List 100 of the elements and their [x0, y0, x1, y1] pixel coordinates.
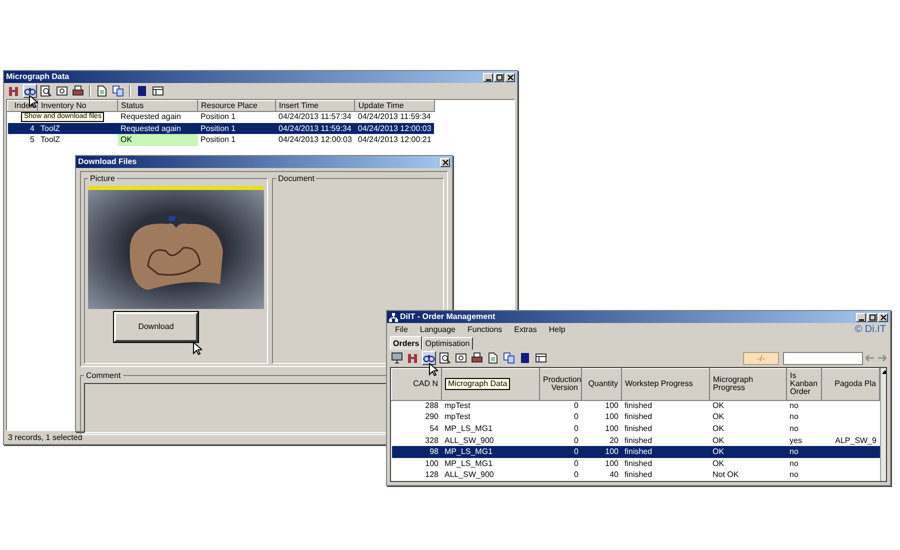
table-cell[interactable]: 40 — [582, 469, 622, 481]
toolbar-button[interactable] — [518, 351, 532, 365]
table-cell[interactable]: 04/24/2013 12:00:21 — [354, 134, 434, 146]
table-cell[interactable]: OK — [710, 434, 786, 446]
menu-item[interactable]: Help — [548, 324, 566, 334]
table-cell[interactable]: MP_LS_MG1 — [442, 446, 540, 458]
toolbar-button[interactable] — [111, 84, 125, 98]
table-cell[interactable]: 0 — [540, 458, 582, 470]
table-cell[interactable]: finished — [622, 434, 710, 446]
table-cell[interactable]: 0 — [540, 469, 582, 481]
table-cell[interactable]: MP_LS_MG1 — [442, 423, 540, 435]
table-cell[interactable]: 04/24/2013 11:59:34 — [354, 111, 434, 123]
table-cell[interactable]: no — [786, 412, 822, 424]
tab[interactable]: Orders — [390, 336, 422, 350]
toolbar-button[interactable] — [534, 351, 548, 365]
column-header[interactable]: Update Time — [354, 100, 434, 112]
table-cell[interactable]: 98 — [392, 446, 442, 458]
table-cell[interactable]: 0 — [540, 446, 582, 458]
menu-item[interactable]: Language — [420, 324, 456, 334]
toolbar-button[interactable] — [23, 84, 37, 98]
table-cell[interactable]: 0 — [540, 412, 582, 424]
column-header[interactable]: Workstep Progress — [622, 368, 710, 400]
maximize-button[interactable] — [867, 312, 877, 322]
table-cell[interactable]: 54 — [392, 423, 442, 435]
table-cell[interactable]: no — [786, 400, 822, 412]
column-header[interactable]: Resource Place — [198, 100, 276, 112]
column-header[interactable]: Status — [118, 100, 198, 112]
table-cell[interactable] — [822, 446, 880, 458]
table-cell[interactable]: Not OK — [710, 469, 786, 481]
close-button[interactable] — [440, 158, 450, 166]
table-cell[interactable]: 290 — [392, 412, 442, 424]
table-cell[interactable]: 20 — [582, 434, 622, 446]
table-cell[interactable]: 100 — [582, 400, 622, 412]
table-cell[interactable]: ToolZ — [38, 134, 118, 146]
table-cell[interactable]: no — [786, 423, 822, 435]
toolbar-button[interactable] — [55, 84, 69, 98]
table-cell[interactable]: OK — [710, 412, 786, 424]
tab[interactable]: Optimisation — [422, 337, 473, 350]
table-cell[interactable]: ToolZ — [38, 122, 118, 134]
table-cell[interactable]: OK — [710, 458, 786, 470]
table-cell[interactable]: 04/24/2013 12:00:03 — [354, 122, 434, 134]
table-cell[interactable]: OK — [710, 423, 786, 435]
download-button[interactable]: Download — [114, 312, 198, 342]
table-cell[interactable]: no — [786, 469, 822, 481]
table-cell[interactable]: mpTest — [442, 412, 540, 424]
toolbar-button[interactable] — [151, 84, 165, 98]
column-header[interactable]: Insert Time — [276, 100, 355, 112]
table-cell[interactable]: finished — [622, 446, 710, 458]
table-cell[interactable]: Requested again — [118, 122, 198, 134]
toolbar-button[interactable] — [502, 351, 516, 365]
table-cell[interactable]: 100 — [582, 423, 622, 435]
table-cell[interactable]: 0 — [540, 434, 582, 446]
close-button[interactable] — [505, 72, 515, 82]
table-cell[interactable]: 04/24/2013 11:57:34 — [276, 111, 355, 123]
toolbar-button[interactable] — [39, 84, 53, 98]
table-cell[interactable]: OK — [710, 446, 786, 458]
table-cell[interactable]: finished — [622, 469, 710, 481]
table-cell[interactable]: Requested again — [118, 111, 198, 123]
table-cell[interactable]: ALL_SW_900 — [442, 434, 540, 446]
table-cell[interactable]: 04/24/2013 11:59:34 — [276, 122, 355, 134]
search-field[interactable] — [783, 352, 863, 364]
table-cell[interactable]: mpTest — [442, 400, 540, 412]
column-header[interactable]: Pagoda Pla — [822, 368, 880, 400]
column-header[interactable]: Quantity — [582, 368, 622, 400]
close-button[interactable] — [878, 312, 888, 322]
toolbar-button[interactable] — [71, 84, 85, 98]
table-cell[interactable]: 288 — [392, 400, 442, 412]
toolbar-button[interactable] — [454, 351, 468, 365]
table-cell[interactable]: 04/24/2013 12:00:03 — [276, 134, 355, 146]
maximize-button[interactable] — [494, 72, 504, 82]
table-cell[interactable]: finished — [622, 423, 710, 435]
toolbar-button[interactable] — [486, 351, 500, 365]
table-cell[interactable]: ALP_SW_9 — [822, 434, 880, 446]
table-cell[interactable]: 5 — [8, 134, 38, 146]
toolbar-button[interactable] — [95, 84, 109, 98]
toolbar-button[interactable] — [390, 351, 404, 365]
table-cell[interactable]: 100 — [392, 458, 442, 470]
table-cell[interactable]: 100 — [582, 446, 622, 458]
table-cell[interactable]: 0 — [540, 400, 582, 412]
column-header[interactable]: Is Kanban Order — [786, 368, 822, 400]
table-cell[interactable]: finished — [622, 458, 710, 470]
table-cell[interactable]: MP_LS_MG1 — [442, 458, 540, 470]
table-cell[interactable]: no — [786, 446, 822, 458]
column-header[interactable]: Micrograph Progress — [710, 368, 786, 400]
table-cell[interactable]: Position 1 — [198, 122, 276, 134]
column-header[interactable]: Production Version — [540, 368, 582, 400]
table-cell[interactable]: OK — [710, 400, 786, 412]
column-header[interactable]: Inventory No — [38, 100, 118, 112]
table-cell[interactable]: 100 — [582, 412, 622, 424]
minimize-button[interactable] — [856, 312, 866, 322]
table-cell[interactable]: no — [786, 458, 822, 470]
table-cell[interactable]: 4 — [8, 122, 38, 134]
table-cell[interactable]: OK — [118, 134, 198, 146]
toolbar-button[interactable] — [438, 351, 452, 365]
table-cell[interactable]: ALL_SW_900 — [442, 469, 540, 481]
table-cell[interactable]: 100 — [582, 458, 622, 470]
menu-item[interactable]: Extras — [514, 324, 537, 334]
minimize-button[interactable] — [483, 72, 493, 82]
table-cell[interactable]: Position 1 — [198, 111, 276, 123]
table-cell[interactable]: finished — [622, 412, 710, 424]
